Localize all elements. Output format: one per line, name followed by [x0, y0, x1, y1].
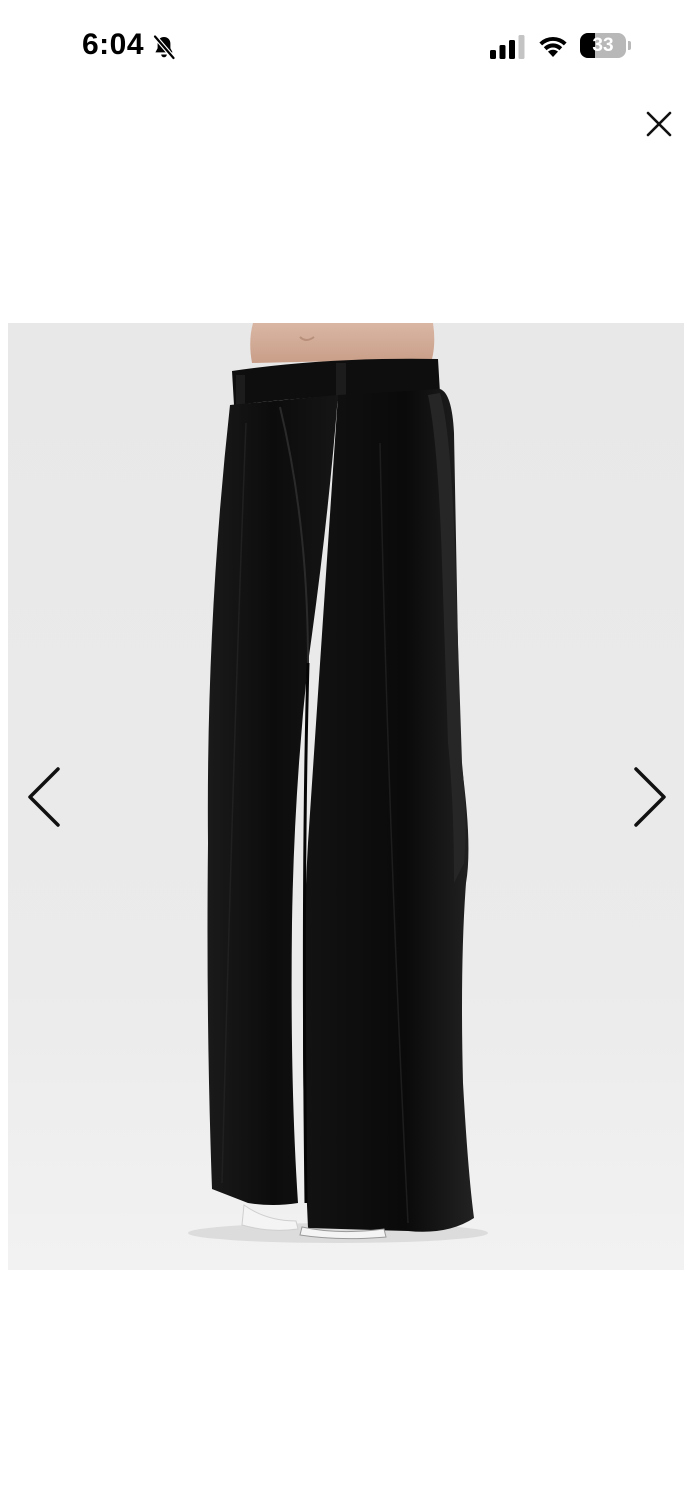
image-viewer-screen: 6:04 33	[0, 0, 692, 1500]
close-icon[interactable]	[640, 106, 678, 144]
battery-icon: 33	[580, 33, 632, 58]
battery-level: 33	[592, 35, 614, 56]
battery-body: 33	[580, 33, 626, 58]
trousers-illustration	[8, 323, 684, 1270]
battery-cap	[628, 41, 631, 50]
chevron-right-icon[interactable]	[626, 762, 672, 832]
status-time: 6:04	[82, 28, 145, 61]
chevron-left-icon[interactable]	[22, 762, 68, 832]
status-bar: 6:04 33	[0, 0, 692, 90]
product-photo	[8, 323, 684, 1270]
wifi-icon	[539, 36, 567, 57]
cellular-signal-icon	[490, 35, 525, 59]
bell-off-icon	[153, 35, 176, 60]
